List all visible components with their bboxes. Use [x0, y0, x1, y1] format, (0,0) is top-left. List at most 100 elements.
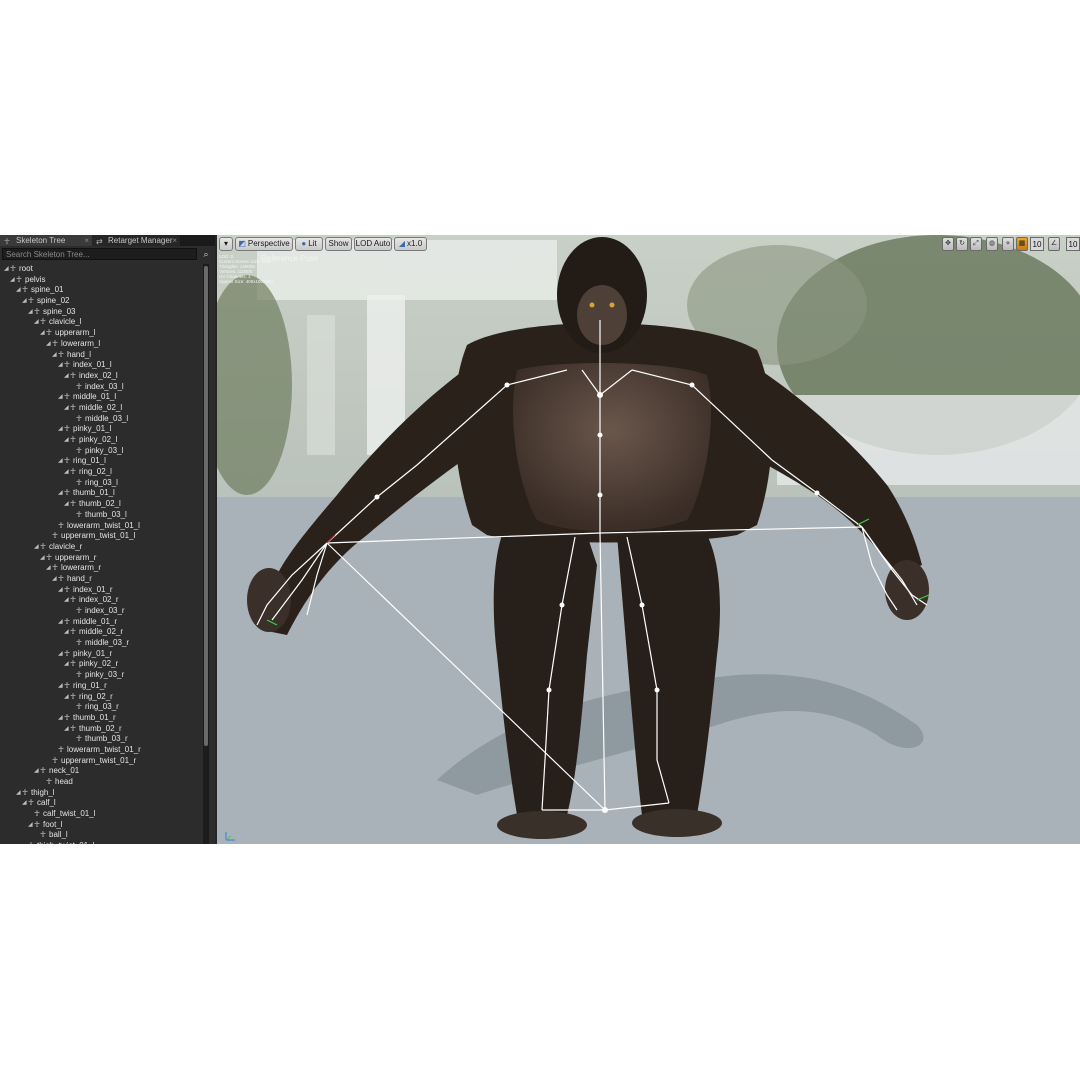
grid-snap-value[interactable]: 10	[1030, 237, 1044, 251]
tree-item-label: upperarm_r	[55, 552, 97, 562]
surface-snap-icon[interactable]: ⋄	[1002, 237, 1014, 251]
lit-button[interactable]: ● Lit	[295, 237, 323, 251]
tree-item-thigh-twist-01-l[interactable]: ☥thigh_twist_01_l	[0, 841, 204, 844]
tree-item-hand-l[interactable]: ◢ ☥ hand_l	[0, 350, 204, 361]
tab-retarget-manager[interactable]: ⇄ Retarget Manager ×	[92, 235, 180, 246]
tree-item-upperarm-r[interactable]: ◢ ☥ upperarm_r	[0, 553, 204, 564]
viewport-options-button[interactable]: ▾	[219, 237, 233, 251]
tree-item-thumb-03-r[interactable]: ☥ thumb_03_r	[0, 734, 204, 745]
tree-item-head[interactable]: ☥ head	[0, 777, 204, 788]
tree-item-ring-03-r[interactable]: ☥ ring_03_r	[0, 702, 204, 713]
joint[interactable]	[597, 392, 603, 398]
viewport-scene[interactable]	[217, 235, 1080, 844]
tree-item-clavicle-l[interactable]: ◢ ☥ clavicle_l	[0, 317, 204, 328]
close-icon[interactable]: ×	[172, 235, 177, 246]
joint[interactable]	[504, 382, 510, 388]
search-icon[interactable]: ⌕	[199, 248, 213, 260]
tree-item-label: ring_03_r	[85, 702, 119, 712]
joint[interactable]	[559, 602, 565, 608]
tree-item-lowerarm-r[interactable]: ◢ ☥ lowerarm_r	[0, 563, 204, 574]
tree-item-index-03-l[interactable]: ☥ index_03_l	[0, 382, 204, 393]
joint[interactable]	[374, 494, 380, 500]
tree-item-middle-02-r[interactable]: ◢ ☥ middle_02_r	[0, 627, 204, 638]
tree-item-pinky-02-l[interactable]: ◢ ☥ pinky_02_l	[0, 435, 204, 446]
joint[interactable]	[654, 687, 660, 693]
tree-item-pinky-03-r[interactable]: ☥ pinky_03_r	[0, 670, 204, 681]
tree-item-thumb-02-l[interactable]: ◢ ☥ thumb_02_l	[0, 499, 204, 510]
tree-item-ball-l[interactable]: ☥ ball_l	[0, 830, 204, 841]
translate-icon[interactable]: ✥	[942, 237, 954, 251]
tree-item-foot-l[interactable]: ◢ ☥ foot_l	[0, 820, 204, 831]
tree-item-ring-01-l[interactable]: ◢ ☥ ring_01_l	[0, 456, 204, 467]
bone-icon: ☥	[34, 306, 40, 316]
scrollbar-thumb[interactable]	[204, 266, 208, 746]
joint[interactable]	[814, 490, 820, 496]
tree-item-pinky-03-l[interactable]: ☥ pinky_03_l	[0, 446, 204, 457]
tree-item-pinky-02-r[interactable]: ◢ ☥ pinky_02_r	[0, 659, 204, 670]
show-label: Show	[328, 239, 349, 248]
tree-item-neck-01[interactable]: ◢ ☥ neck_01	[0, 766, 204, 777]
tree-item-hand-r[interactable]: ◢ ☥ hand_r	[0, 574, 204, 585]
rotate-icon[interactable]: ↻	[956, 237, 968, 251]
tree-item-ring-01-r[interactable]: ◢ ☥ ring_01_r	[0, 681, 204, 692]
tree-item-calf-twist-01-l[interactable]: ☥ calf_twist_01_l	[0, 809, 204, 820]
joint[interactable]	[602, 807, 608, 813]
tree-item-lowerarm-l[interactable]: ◢ ☥ lowerarm_l	[0, 339, 204, 350]
tree-item-thumb-01-r[interactable]: ◢ ☥ thumb_01_r	[0, 713, 204, 724]
grid-snap-icon[interactable]: ▦	[1016, 237, 1028, 251]
tree-item-root[interactable]: ◢ ☥ root	[0, 264, 204, 275]
tree-item-upperarm-l[interactable]: ◢ ☥ upperarm_l	[0, 328, 204, 339]
tree-item-spine-02[interactable]: ◢ ☥ spine_02	[0, 296, 204, 307]
bone-icon: ☥	[76, 509, 82, 519]
tree-item-middle-02-l[interactable]: ◢ ☥ middle_02_l	[0, 403, 204, 414]
tree-item-index-01-l[interactable]: ◢ ☥ index_01_l	[0, 360, 204, 371]
rotation-snap-value[interactable]: 10	[1066, 237, 1080, 251]
tree-item-lowerarm-twist-01-r[interactable]: ☥ lowerarm_twist_01_r	[0, 745, 204, 756]
world-local-icon[interactable]: ◍	[986, 237, 998, 251]
tree-item-index-02-l[interactable]: ◢ ☥ index_02_l	[0, 371, 204, 382]
tree-item-spine-03[interactable]: ◢ ☥ spine_03	[0, 307, 204, 318]
tree-item-ring-02-l[interactable]: ◢ ☥ ring_02_l	[0, 467, 204, 478]
tree-item-upperarm-twist-01-r[interactable]: ☥ upperarm_twist_01_r	[0, 756, 204, 767]
tree-item-spine-01[interactable]: ◢ ☥ spine_01	[0, 285, 204, 296]
bone-icon: ☥	[58, 744, 64, 754]
viewport[interactable]: ▾ ◩ Perspective ● Lit Show LOD Auto ◢ x1.0 …	[217, 235, 1080, 844]
joint[interactable]	[597, 492, 603, 498]
tree-item-index-01-r[interactable]: ◢ ☥ index_01_r	[0, 585, 204, 596]
perspective-button[interactable]: ◩ Perspective	[235, 237, 293, 251]
tree-item-upperarm-twist-01-l[interactable]: ☥ upperarm_twist_01_l	[0, 531, 204, 542]
tree-item-middle-01-r[interactable]: ◢ ☥ middle_01_r	[0, 617, 204, 628]
tree-scrollbar[interactable]	[203, 264, 209, 844]
tree-item-middle-01-l[interactable]: ◢ ☥ middle_01_l	[0, 392, 204, 403]
show-button[interactable]: Show	[325, 237, 352, 251]
tree-item-calf-l[interactable]: ◢ ☥ calf_l	[0, 798, 204, 809]
tree-item-thumb-01-l[interactable]: ◢ ☥ thumb_01_l	[0, 488, 204, 499]
playback-speed-button[interactable]: ◢ x1.0	[394, 237, 427, 251]
joint[interactable]	[639, 602, 645, 608]
tree-item-pelvis[interactable]: ◢ ☥ pelvis	[0, 275, 204, 286]
tree-item-middle-03-l[interactable]: ☥ middle_03_l	[0, 414, 204, 425]
tree-item-index-03-r[interactable]: ☥ index_03_r	[0, 606, 204, 617]
tree-item-pinky-01-r[interactable]: ◢ ☥ pinky_01_r	[0, 649, 204, 660]
tree-item-thigh-l[interactable]: ◢ ☥ thigh_l	[0, 788, 204, 799]
tree-item-ring-02-r[interactable]: ◢ ☥ ring_02_r	[0, 692, 204, 703]
tree-item-thumb-02-r[interactable]: ◢ ☥ thumb_02_r	[0, 724, 204, 735]
tree-item-index-02-r[interactable]: ◢ ☥ index_02_r	[0, 595, 204, 606]
tree-item-middle-03-r[interactable]: ☥ middle_03_r	[0, 638, 204, 649]
tab-skeleton-tree[interactable]: ☥ Skeleton Tree ×	[0, 235, 92, 246]
joint[interactable]	[689, 382, 695, 388]
search-input[interactable]	[2, 248, 197, 260]
tree-item-label: thigh_l	[31, 787, 55, 797]
tree-item-thumb-03-l[interactable]: ☥ thumb_03_l	[0, 510, 204, 521]
close-icon[interactable]: ×	[84, 235, 89, 246]
rotation-snap-icon[interactable]: ∠	[1048, 237, 1060, 251]
tree-item-pinky-01-l[interactable]: ◢ ☥ pinky_01_l	[0, 424, 204, 435]
tree-item-clavicle-r[interactable]: ◢ ☥ clavicle_r	[0, 542, 204, 553]
joint[interactable]	[546, 687, 552, 693]
scale-icon[interactable]: ⤢	[970, 237, 982, 251]
lod-button[interactable]: LOD Auto	[354, 237, 392, 251]
bone-icon: ☥	[70, 499, 76, 509]
tree-item-ring-03-l[interactable]: ☥ ring_03_l	[0, 478, 204, 489]
tree-item-lowerarm-twist-01-l[interactable]: ☥ lowerarm_twist_01_l	[0, 521, 204, 532]
joint[interactable]	[597, 432, 603, 438]
